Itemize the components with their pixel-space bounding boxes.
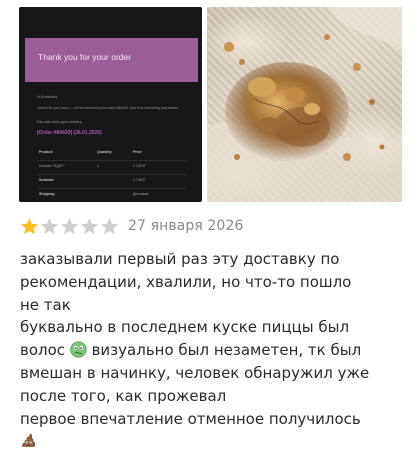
email-cell: Доставка: [133, 192, 149, 196]
pile-of-poo-emoji: [22, 433, 36, 448]
email-th-price: Price: [133, 150, 142, 154]
review-line: не так: [20, 295, 71, 314]
email-cell: Shipping:: [39, 192, 56, 196]
email-table-row: Kuusiku "ЕДАТ" 1 1 749 ₽: [37, 161, 187, 175]
email-cell: 1 749 ₽: [133, 178, 146, 182]
email-intro: Just to let you know — we've received yo…: [37, 106, 179, 110]
review-word: волос: [20, 341, 66, 360]
review-line: первое впечатление отменное получилось: [20, 409, 361, 428]
review-line: после того, как прожевал: [20, 386, 227, 405]
pizza-crumbs-image: [207, 7, 402, 202]
email-greeting: Hi Anastasia,: [37, 95, 58, 99]
review-line: рекомендации, хвалили, но что-то пошло: [20, 272, 352, 291]
review-date: 27 января 2026: [128, 218, 244, 234]
review-line-emoji-only: [20, 430, 412, 453]
email-th-product: Product: [39, 150, 53, 154]
email-pay-note: Pay with cash upon delivery.: [37, 120, 83, 124]
star-empty-icon: [100, 217, 119, 234]
email-order-heading: [Order #84430] (26.01.2026): [37, 130, 102, 136]
review-line-with-emoji: волос визуально был незаметен, тк был: [20, 339, 412, 362]
email-order-table: Product Quantity Price Kuusiku "ЕДАТ" 1 …: [37, 147, 187, 202]
email-table-header: Product Quantity Price: [37, 147, 187, 161]
email-cell: Kuusiku "ЕДАТ": [39, 164, 65, 168]
review-photo-order-email[interactable]: Thank you for your order Hi Anastasia, J…: [19, 7, 202, 202]
email-th-quantity: Quantity: [97, 150, 112, 154]
star-empty-icon: [40, 217, 59, 234]
star-rating: [20, 217, 119, 236]
email-table-row: Subtotal: 1 749 ₽: [37, 175, 187, 189]
review-line: буквально в последнем куске пиццы был: [20, 318, 350, 337]
review-line: вмешан в начинку, человек обнаружил уже: [20, 363, 370, 382]
review-line: заказывали первый раз эту доставку по: [20, 250, 340, 268]
review-photos: Thank you for your order Hi Anastasia, J…: [19, 7, 402, 202]
review-line-rest: визуально был незаметен, тк был: [91, 341, 362, 360]
review-rating-row: 27 января 2026: [20, 214, 243, 238]
email-table-row: Shipping: Доставка: [37, 189, 187, 202]
star-empty-icon: [80, 217, 99, 234]
star-filled-icon: [20, 217, 39, 234]
email-banner: Thank you for your order: [25, 38, 198, 82]
email-cell: 1: [97, 164, 99, 168]
review-text: заказывали первый раз эту доставку по ре…: [20, 248, 412, 453]
email-cell: 1 749 ₽: [133, 164, 146, 168]
nauseated-face-emoji: [70, 341, 87, 358]
email-banner-title: Thank you for your order: [38, 52, 132, 62]
star-empty-icon: [60, 217, 79, 234]
email-cell: Subtotal:: [39, 178, 55, 182]
review-photo-pizza[interactable]: [207, 7, 402, 202]
